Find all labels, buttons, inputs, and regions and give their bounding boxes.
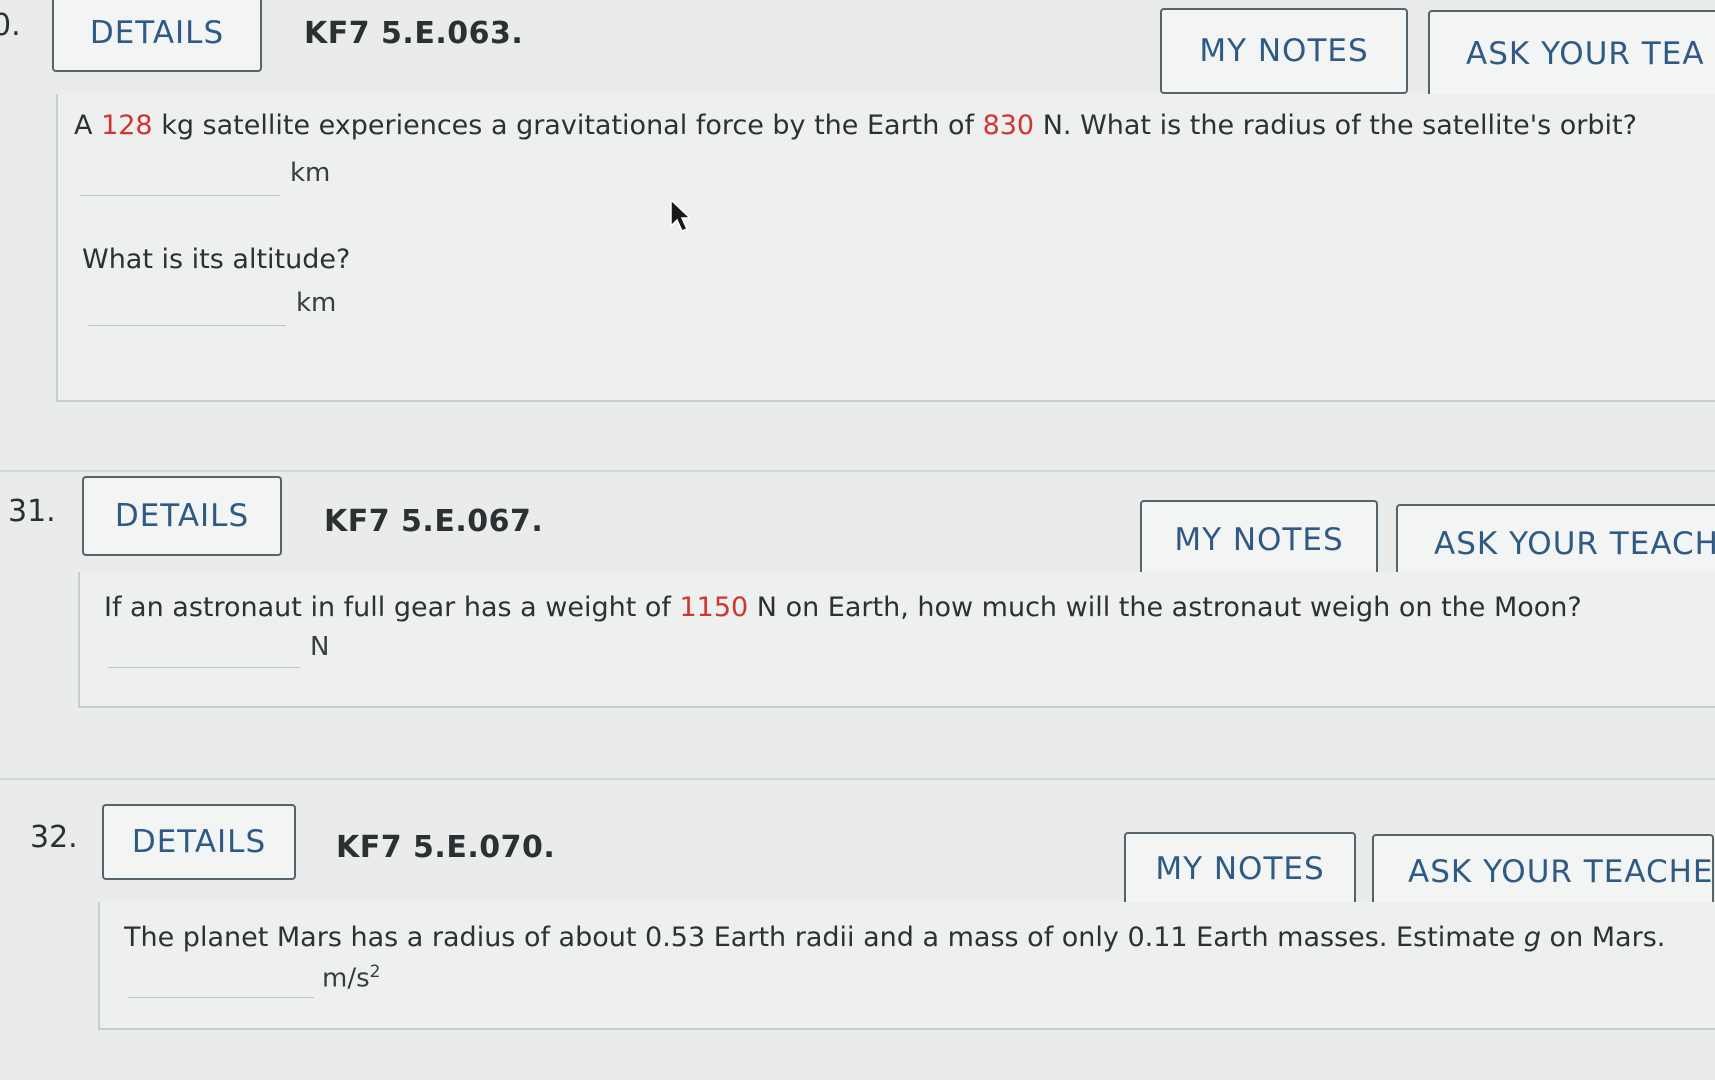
prompt-text: If an astronaut in full gear has a weigh… (104, 592, 680, 623)
variable-value: 128 (101, 110, 153, 141)
details-button[interactable]: DETAILS (102, 804, 296, 880)
sub-question-prompt: What is its altitude? (82, 244, 351, 275)
prompt-text: N on Earth, how much will the astronaut … (748, 592, 1582, 623)
details-button[interactable]: DETAILS (52, 0, 262, 72)
prompt-text: kg satellite experiences a gravitational… (152, 110, 983, 141)
question-prompt: A 128 kg satellite experiences a gravita… (74, 110, 1637, 141)
question-number: 32. (30, 820, 78, 855)
gravity-answer-input[interactable] (128, 966, 314, 998)
prompt-text: The planet Mars has a radius of about 0.… (124, 922, 1524, 953)
unit-exponent: 2 (369, 962, 381, 982)
question-code: KF7 5.E.070. (336, 830, 556, 865)
unit-label: km (290, 158, 331, 188)
prompt-text: on Mars. (1540, 922, 1666, 953)
prompt-text: A (74, 110, 102, 141)
question-panel: If an astronaut in full gear has a weigh… (78, 572, 1715, 708)
variable-g: g (1523, 922, 1541, 953)
question-panel: A 128 kg satellite experiences a gravita… (56, 94, 1715, 402)
question-code: KF7 5.E.067. (324, 504, 544, 539)
ask-your-teacher-button[interactable]: ASK YOUR TEACHEF (1372, 834, 1714, 910)
weight-answer-input[interactable] (108, 636, 300, 668)
prompt-text: N. What is the radius of the satellite's… (1034, 110, 1637, 141)
altitude-answer-input[interactable] (88, 294, 286, 326)
details-button[interactable]: DETAILS (82, 476, 282, 556)
question-code: KF7 5.E.063. (304, 16, 524, 51)
webassign-page: 0. DETAILS KF7 5.E.063. MY NOTES ASK YOU… (0, 0, 1715, 1080)
question-panel: The planet Mars has a radius of about 0.… (98, 902, 1715, 1030)
question-prompt: The planet Mars has a radius of about 0.… (124, 922, 1665, 953)
question-divider (0, 778, 1715, 780)
my-notes-button[interactable]: MY NOTES (1124, 832, 1356, 906)
mouse-cursor-icon (670, 198, 692, 232)
radius-answer-input[interactable] (80, 164, 280, 196)
unit-label: N (310, 632, 330, 662)
question-number: 0. (0, 8, 21, 43)
unit-label: m/s2 (322, 962, 380, 994)
my-notes-button[interactable]: MY NOTES (1140, 500, 1378, 580)
variable-value: 1150 (679, 592, 749, 623)
my-notes-button[interactable]: MY NOTES (1160, 8, 1408, 94)
question-divider (0, 470, 1715, 472)
unit-base: m/s (322, 963, 370, 994)
unit-label: km (296, 288, 337, 318)
variable-value: 830 (982, 110, 1035, 141)
question-prompt: If an astronaut in full gear has a weigh… (104, 592, 1582, 623)
question-number: 31. (8, 494, 56, 529)
ask-your-teacher-button[interactable]: ASK YOUR TEA (1428, 10, 1715, 98)
